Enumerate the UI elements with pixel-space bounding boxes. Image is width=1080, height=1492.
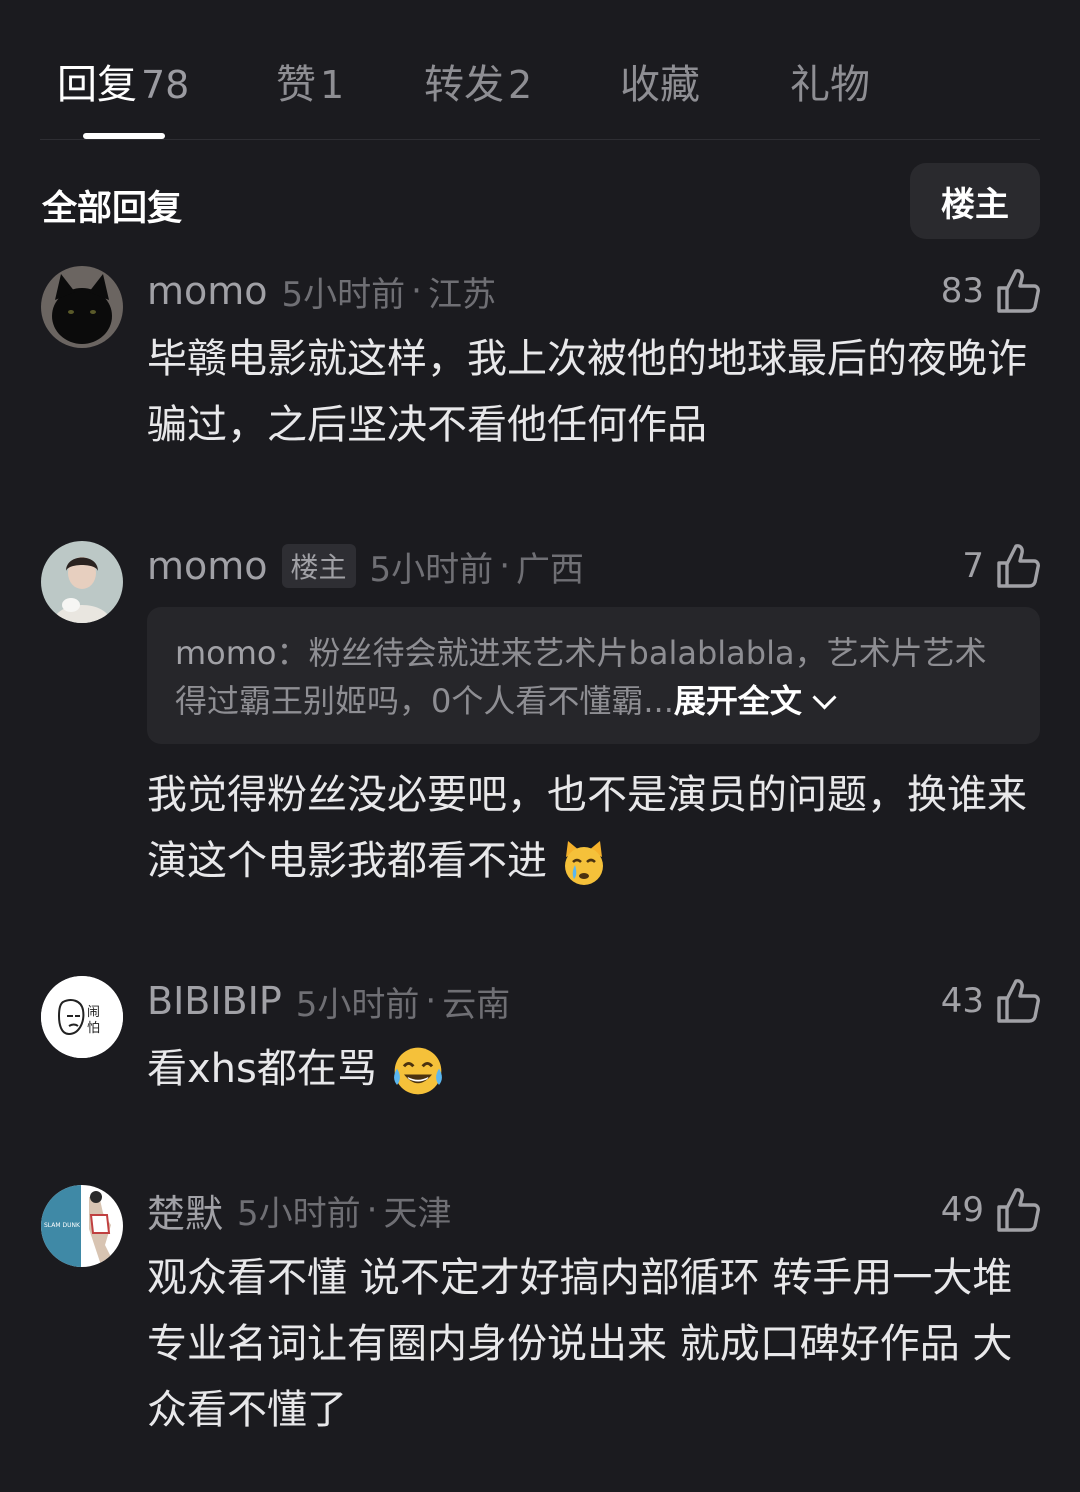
meme-face-avatar-icon: 闹 怕 xyxy=(41,976,123,1058)
comment-text: 我觉得粉丝没必要吧，也不是演员的问题，换谁来演这个电影我都看不进 xyxy=(147,762,1027,894)
tab-replies-label: 回复 xyxy=(57,62,137,108)
tab-bar: 回复 78 赞1 转发 2 收藏 礼物 xyxy=(0,0,1080,140)
like-count: 49 xyxy=(940,1190,984,1230)
tab-reposts[interactable]: 转发 2 xyxy=(424,52,532,110)
avatar-text-2: 怕 xyxy=(87,1021,100,1036)
timestamp: 5小时前 xyxy=(281,274,406,315)
timestamp: 5小时前 xyxy=(369,549,494,590)
tab-replies[interactable]: 回复 78 xyxy=(57,52,189,110)
comment-meta: BIBIBIP 5小时前 · 云南 xyxy=(147,976,510,1026)
black-cat-avatar-icon xyxy=(41,266,123,348)
comments-screen: 回复 78 赞1 转发 2 收藏 礼物 全部回复 楼主 momo 5小时前 · … xyxy=(0,0,1080,1492)
username[interactable]: momo xyxy=(147,269,268,313)
tab-likes-label: 赞 xyxy=(276,62,316,108)
avatar-text-1: 闹 xyxy=(87,1005,100,1020)
avatar[interactable] xyxy=(41,266,123,348)
crying-cat-emoji-icon xyxy=(564,841,603,885)
region: 天津 xyxy=(383,1193,452,1234)
like-button[interactable]: 49 xyxy=(941,1185,1040,1235)
timestamp: 5小时前 xyxy=(237,1193,361,1234)
thumbs-up-icon xyxy=(997,269,1040,313)
tab-gifts-label: 礼物 xyxy=(790,62,870,108)
tab-likes[interactable]: 赞1 xyxy=(276,52,344,110)
thumbs-up-icon xyxy=(997,544,1040,588)
chevron-down-icon xyxy=(812,685,837,710)
username[interactable]: momo xyxy=(147,544,268,588)
like-count: 83 xyxy=(940,271,984,311)
like-count: 7 xyxy=(962,546,984,586)
like-button[interactable]: 83 xyxy=(941,266,1040,316)
comment-meta: momo 楼主 5小时前 · 广西 xyxy=(147,541,584,591)
like-count: 43 xyxy=(940,981,984,1021)
tab-reposts-label: 转发 xyxy=(424,62,504,108)
avatar[interactable]: SLAM DUNK xyxy=(41,1185,123,1267)
comment-text: 观众看不懂 说不定才好搞内部循环 转手用一大堆专业名词让有圈内身份说出来 就成口… xyxy=(147,1255,1013,1433)
avatar[interactable] xyxy=(41,541,123,623)
region: 广西 xyxy=(516,549,584,590)
comment-meta: momo 5小时前 · 江苏 xyxy=(147,266,496,316)
expand-full-text-link[interactable]: 展开全文 xyxy=(674,682,802,720)
like-button[interactable]: 7 xyxy=(962,541,1040,591)
avatar-text: SLAM DUNK xyxy=(44,1222,81,1229)
comment-meta: 楚默 5小时前 · 天津 xyxy=(147,1183,452,1238)
separator-dot: · xyxy=(366,1190,378,1230)
tab-favorites[interactable]: 收藏 xyxy=(620,52,700,110)
tab-reposts-count: 2 xyxy=(508,63,533,107)
all-replies-title: 全部回复 xyxy=(42,189,183,229)
tab-favorites-label: 收藏 xyxy=(620,62,700,108)
region: 江苏 xyxy=(427,274,496,315)
thumbs-up-icon xyxy=(997,1188,1040,1232)
region: 云南 xyxy=(442,984,511,1025)
comment-text-content: 看xhs都在骂 xyxy=(147,1046,377,1092)
owner-badge: 楼主 xyxy=(281,544,356,588)
like-button[interactable]: 43 xyxy=(941,976,1040,1026)
tab-replies-count: 78 xyxy=(141,63,190,107)
comment-text: 看xhs都在骂 xyxy=(147,1036,1027,1102)
separator-dot: · xyxy=(425,981,437,1021)
quoted-comment[interactable]: momo：粉丝待会就进来艺术片balablabla，艺术片艺术得过霸王别姬吗，0… xyxy=(147,607,1040,744)
avatar[interactable]: 闹 怕 xyxy=(41,976,123,1058)
tab-likes-count: 1 xyxy=(320,63,345,107)
thumbs-up-icon xyxy=(997,979,1040,1023)
owner-only-button[interactable]: 楼主 xyxy=(910,163,1040,239)
comment-text: 毕赣电影就这样，我上次被他的地球最后的夜晚诈骗过，之后坚决不看他任何作品 xyxy=(147,336,1027,448)
tab-divider xyxy=(40,139,1040,140)
slam-dunk-avatar-icon: SLAM DUNK xyxy=(41,1185,123,1267)
tears-of-joy-emoji-icon xyxy=(393,1047,442,1095)
username[interactable]: BIBIBIP xyxy=(147,979,282,1023)
separator-dot: · xyxy=(411,271,422,311)
separator-dot: · xyxy=(499,546,510,586)
timestamp: 5小时前 xyxy=(295,984,420,1025)
quoted-username: momo xyxy=(175,634,277,672)
quote-separator: ： xyxy=(276,634,309,672)
tab-gifts[interactable]: 礼物 xyxy=(790,52,870,110)
username[interactable]: 楚默 xyxy=(147,1183,223,1238)
woman-photo-avatar-icon xyxy=(41,541,123,623)
